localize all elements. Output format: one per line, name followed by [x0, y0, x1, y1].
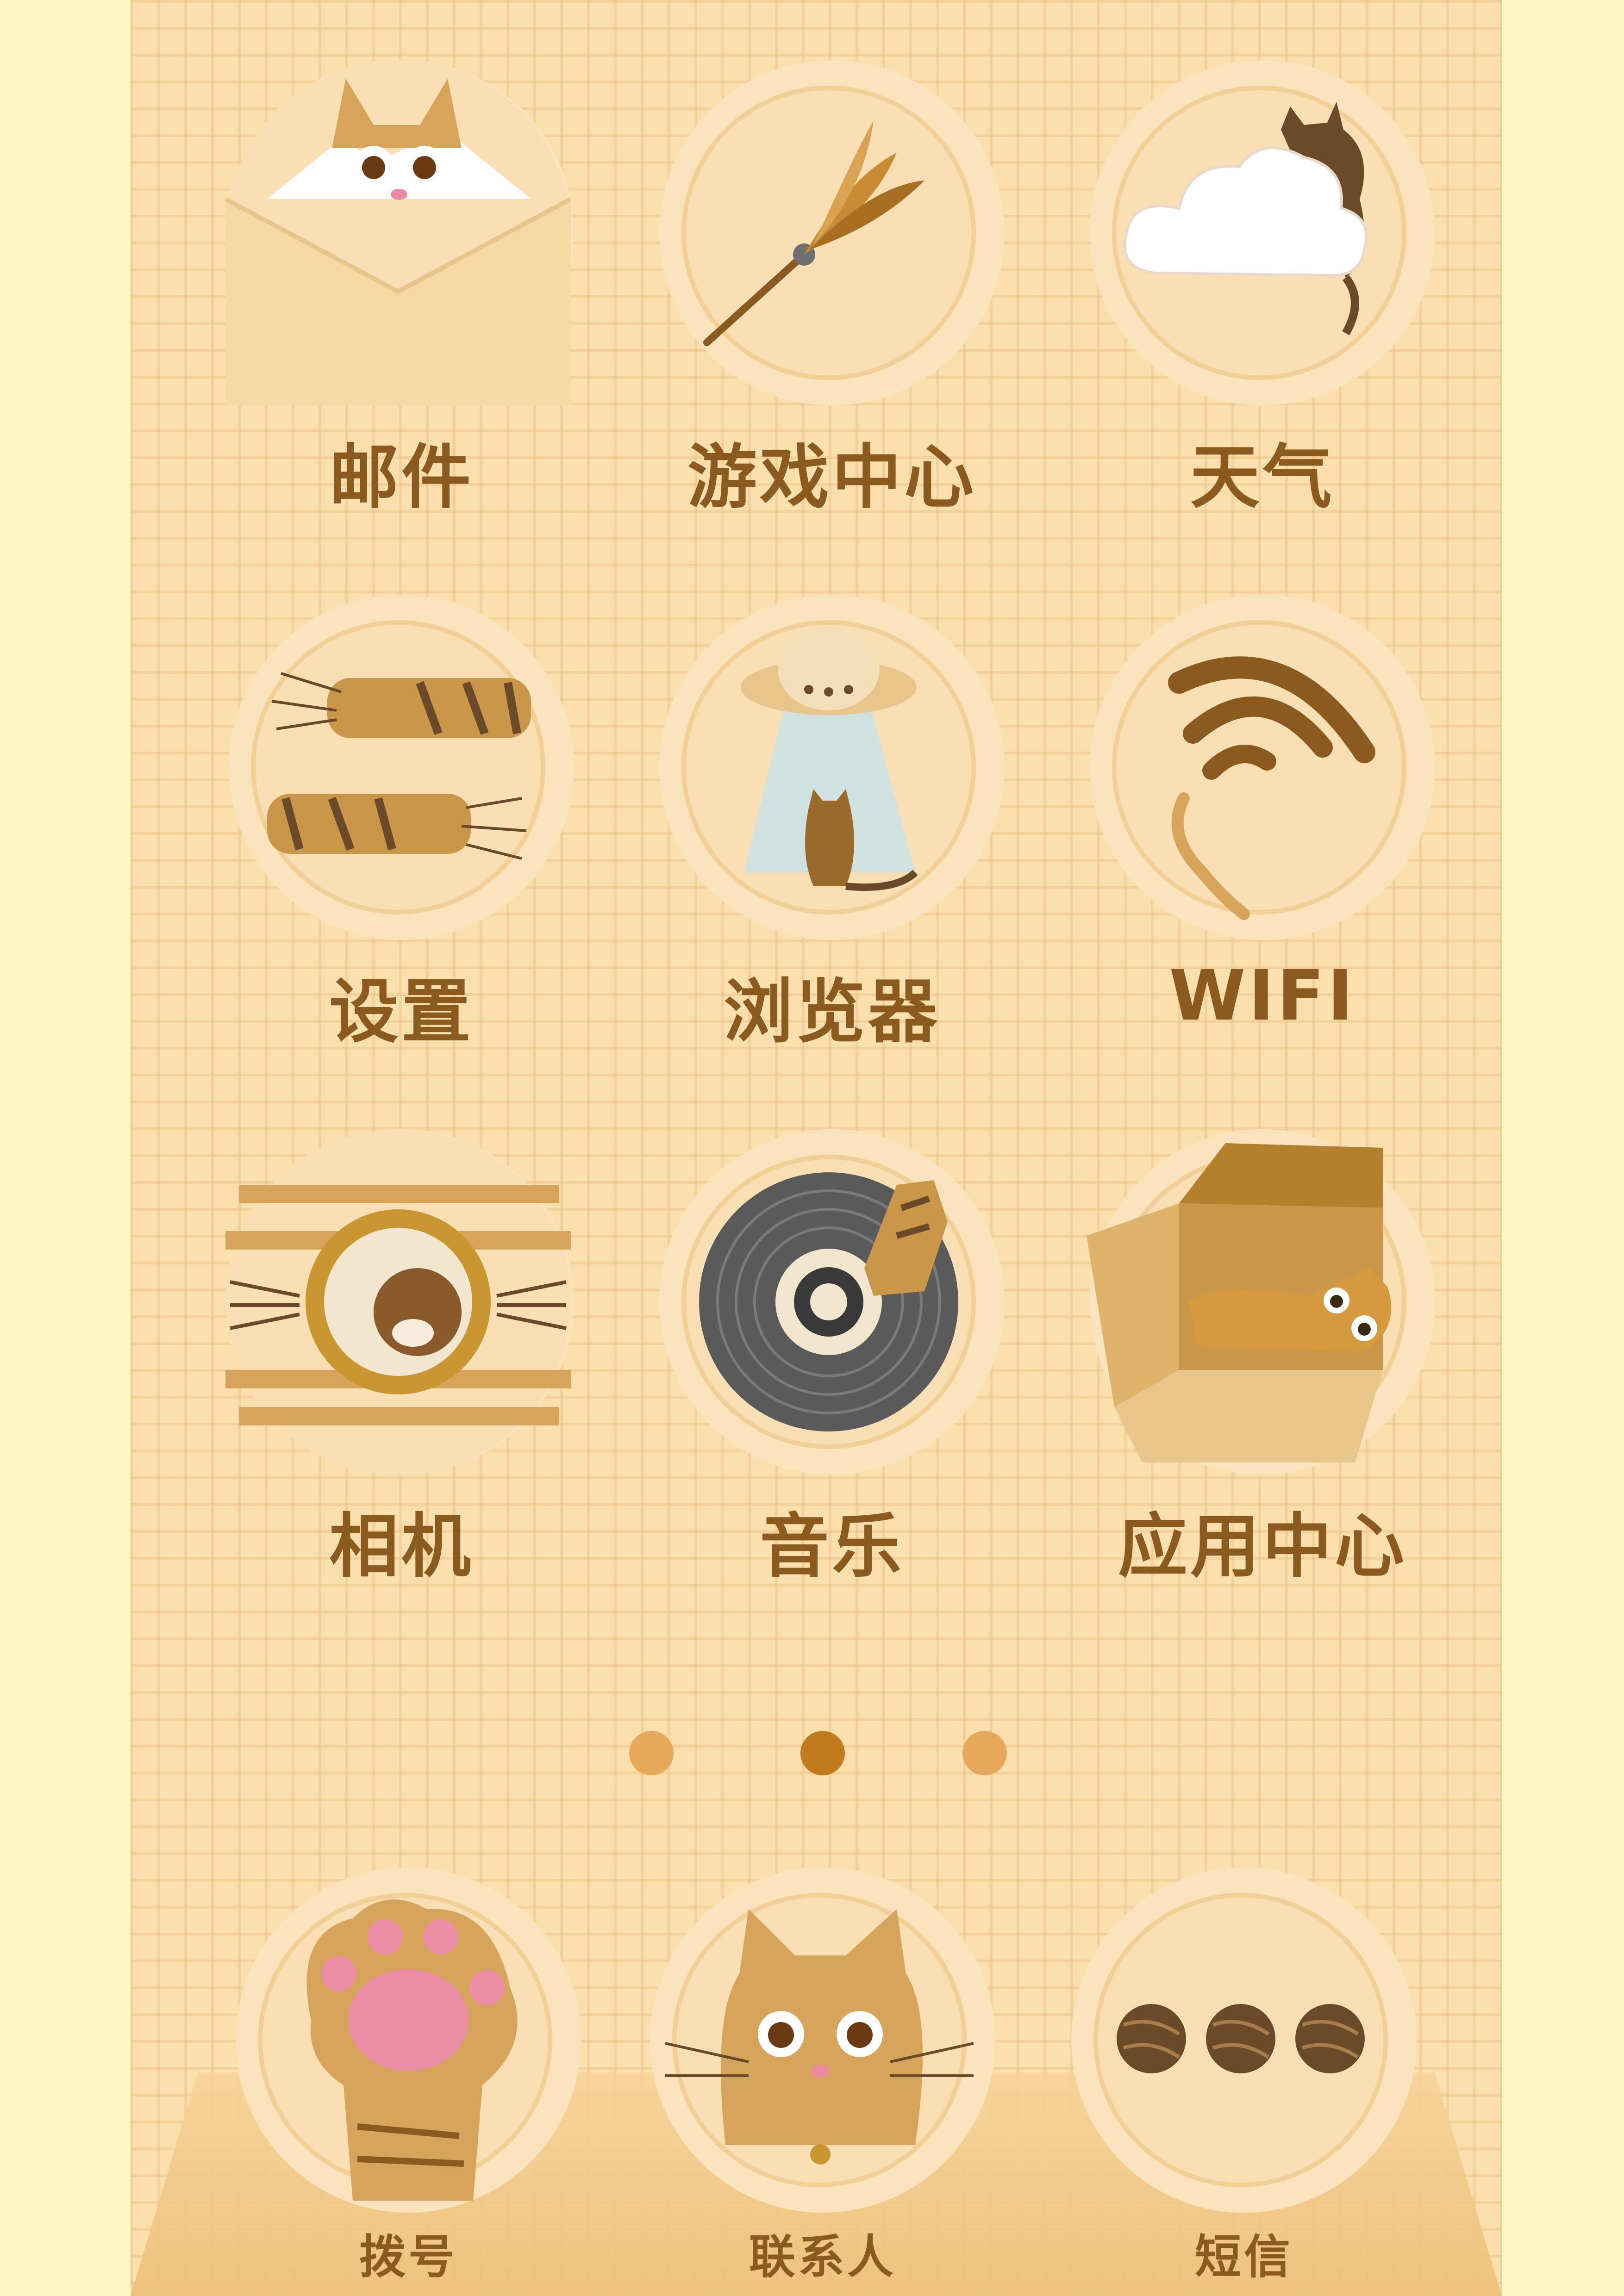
- camera-lens-icon: [225, 1129, 571, 1475]
- app-music[interactable]: 音乐: [656, 1129, 1008, 1592]
- paw-dialer-icon: [306, 1899, 518, 2201]
- app-label: 拨号: [359, 2230, 457, 2284]
- app-label: 相机: [329, 1506, 474, 1587]
- home-screen: 邮件 游戏中心 天气 设置 浏览器 WIFI 相机 音乐 应用中心 拨号 联系人…: [131, 0, 1502, 2296]
- vinyl-paw-icon: [699, 1172, 958, 1431]
- page-dot-2-active[interactable]: [800, 1731, 845, 1775]
- app-game-center[interactable]: 游戏中心: [656, 60, 1008, 523]
- app-camera[interactable]: 相机: [225, 1129, 577, 1592]
- wifi-tail-icon: [1168, 656, 1375, 920]
- app-label: 应用中心: [1118, 1506, 1407, 1587]
- dock-dialer[interactable]: 拨号: [232, 1867, 584, 2293]
- app-label: 音乐: [759, 1506, 904, 1587]
- dock-contacts[interactable]: 联系人: [647, 1867, 999, 2293]
- app-label: 设置: [329, 972, 474, 1052]
- app-app-center[interactable]: 应用中心: [1087, 1129, 1438, 1592]
- app-label: 游戏中心: [687, 437, 976, 518]
- app-label: 邮件: [329, 437, 474, 518]
- feather-wand-icon: [703, 120, 924, 346]
- app-weather[interactable]: 天气: [1087, 60, 1438, 523]
- app-label: 联系人: [749, 2230, 896, 2284]
- app-wifi[interactable]: WIFI: [1087, 595, 1438, 1058]
- page-dot-3[interactable]: [962, 1731, 1007, 1775]
- app-label: WIFI: [1169, 956, 1356, 1036]
- page-dot-1[interactable]: [629, 1731, 674, 1775]
- cat-face-icon: [665, 1909, 974, 2165]
- cat-envelope-icon: [225, 60, 571, 405]
- app-settings[interactable]: 设置: [225, 595, 577, 1058]
- yarn-balls-icon: [1117, 2004, 1365, 2073]
- ufo-cat-icon: [741, 627, 918, 891]
- dock-messages[interactable]: 短信: [1068, 1867, 1420, 2293]
- cloud-cat-icon: [1123, 102, 1368, 336]
- app-label: 天气: [1190, 437, 1335, 518]
- app-mail[interactable]: 邮件: [225, 60, 577, 523]
- app-label: 短信: [1195, 2230, 1293, 2284]
- app-browser[interactable]: 浏览器: [656, 595, 1008, 1058]
- app-label: 浏览器: [723, 972, 940, 1052]
- scratched-sticks-icon: [267, 672, 531, 860]
- cat-in-box-icon: [1087, 1143, 1392, 1462]
